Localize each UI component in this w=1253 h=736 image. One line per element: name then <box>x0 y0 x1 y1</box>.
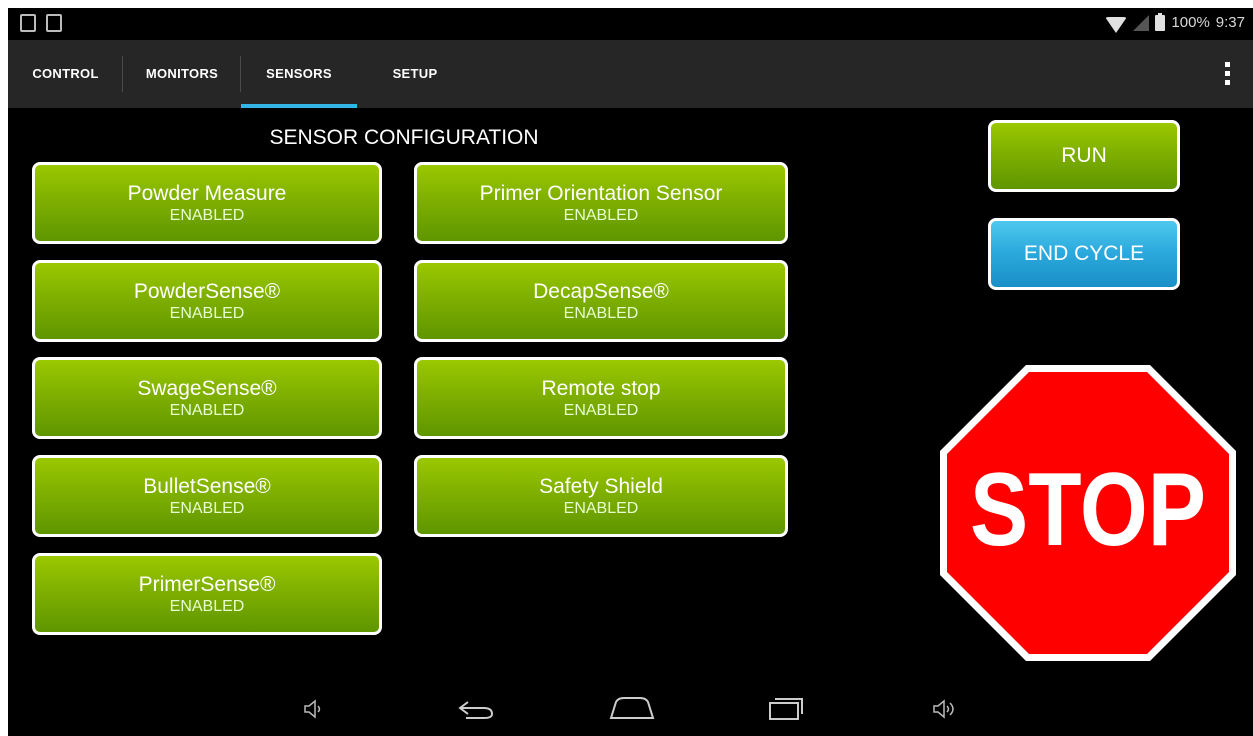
stop-button[interactable]: STOP <box>938 363 1238 663</box>
navigation-bar <box>8 682 1253 736</box>
sensor-button-primer-orientation[interactable]: Primer Orientation Sensor ENABLED <box>414 162 788 244</box>
page-title: SENSOR CONFIGURATION <box>269 126 539 149</box>
sensor-button-swagesense[interactable]: SwageSense® ENABLED <box>32 357 382 439</box>
tab-control[interactable]: CONTROL <box>8 40 123 108</box>
sensor-name: PowderSense® <box>133 280 281 303</box>
sensor-state: ENABLED <box>169 207 245 224</box>
sensor-button-decapsense[interactable]: DecapSense® ENABLED <box>414 260 788 342</box>
sensor-button-bulletsense[interactable]: BulletSense® ENABLED <box>32 455 382 537</box>
sensor-button-primersense[interactable]: PrimerSense® ENABLED <box>32 553 382 635</box>
battery-icon <box>1155 12 1166 31</box>
sensor-state: ENABLED <box>563 207 639 224</box>
sensor-state: ENABLED <box>563 500 639 517</box>
stop-label: STOP <box>970 452 1206 568</box>
sensor-state: ENABLED <box>169 500 245 517</box>
signal-icon <box>1133 14 1150 31</box>
sensor-name: Remote stop <box>541 377 661 400</box>
sensor-button-safety-shield[interactable]: Safety Shield ENABLED <box>414 455 788 537</box>
sensor-name: BulletSense® <box>143 475 271 498</box>
status-bar: 100% 9:37 <box>8 8 1253 40</box>
sensor-state: ENABLED <box>169 402 245 419</box>
home-icon[interactable] <box>606 682 658 736</box>
tab-setup[interactable]: SETUP <box>357 40 473 108</box>
end-cycle-button[interactable]: END CYCLE <box>988 218 1180 290</box>
image-icon <box>46 14 62 32</box>
sensor-button-remote-stop[interactable]: Remote stop ENABLED <box>414 357 788 439</box>
screen: 100% 9:37 CONTROL MONITORS SENSORS SETUP… <box>8 8 1253 736</box>
usb-icon <box>20 14 36 32</box>
sensor-name: DecapSense® <box>533 280 669 303</box>
tab-bar: CONTROL MONITORS SENSORS SETUP <box>8 40 1253 108</box>
sensor-name: Safety Shield <box>539 475 663 498</box>
sensor-name: SwageSense® <box>137 377 277 400</box>
sensor-name: Powder Measure <box>127 182 287 205</box>
sensor-button-powdersense[interactable]: PowderSense® ENABLED <box>32 260 382 342</box>
sensor-state: ENABLED <box>169 305 245 322</box>
sensor-state: ENABLED <box>563 402 639 419</box>
sensor-name: PrimerSense® <box>138 573 276 596</box>
sensor-state: ENABLED <box>169 598 245 615</box>
clock: 9:37 <box>1215 14 1245 31</box>
battery-percent: 100% <box>1171 14 1210 31</box>
overflow-menu-icon[interactable] <box>1225 62 1231 89</box>
volume-down-icon[interactable] <box>298 682 328 736</box>
recent-apps-icon[interactable] <box>764 682 808 736</box>
wifi-icon <box>1105 16 1128 33</box>
volume-up-icon[interactable] <box>928 682 960 736</box>
run-button[interactable]: RUN <box>988 120 1180 192</box>
tab-sensors[interactable]: SENSORS <box>241 40 357 108</box>
back-icon[interactable] <box>454 682 498 736</box>
sensor-name: Primer Orientation Sensor <box>479 182 723 205</box>
sensor-button-powder-measure[interactable]: Powder Measure ENABLED <box>32 162 382 244</box>
tab-monitors[interactable]: MONITORS <box>123 40 241 108</box>
sensor-state: ENABLED <box>563 305 639 322</box>
